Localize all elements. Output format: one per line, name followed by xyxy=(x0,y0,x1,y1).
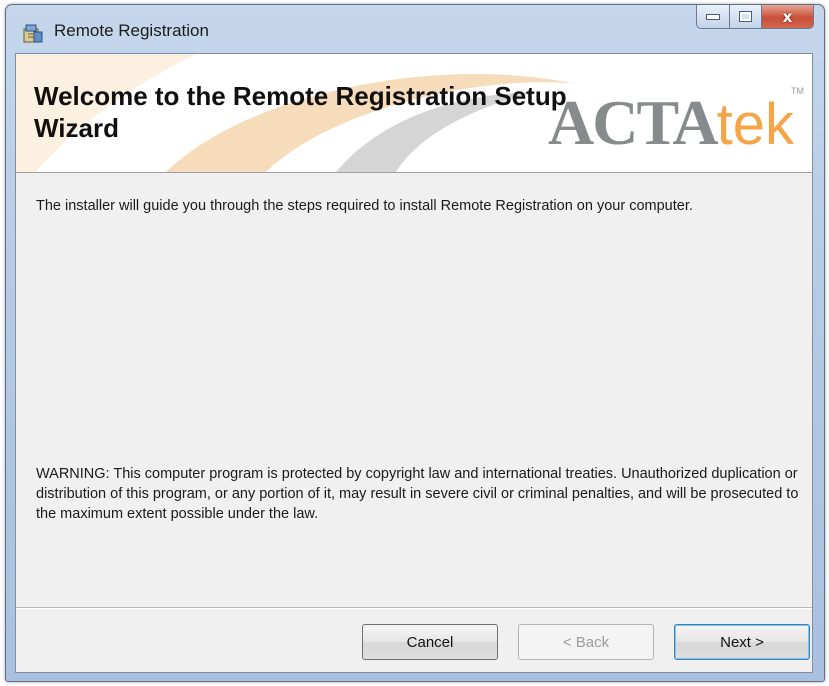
footer-divider xyxy=(16,607,812,609)
logo-text-acta: ACTA xyxy=(548,87,719,158)
logo-text-tek: tek xyxy=(716,92,794,157)
title-bar[interactable]: Remote Registration x xyxy=(6,5,824,53)
cancel-button[interactable]: Cancel xyxy=(362,624,498,660)
close-icon: x xyxy=(782,7,793,26)
setup-wizard-window: Remote Registration x Welcome to the Rem… xyxy=(5,4,825,682)
caption-buttons: x xyxy=(696,5,814,33)
logo-trademark: TM xyxy=(791,86,804,96)
actatek-logo: ACTA tek TM xyxy=(548,86,804,158)
maximize-icon xyxy=(739,11,752,22)
installer-package-icon xyxy=(23,24,43,43)
page-title: Welcome to the Remote Registration Setup… xyxy=(34,81,567,143)
back-button[interactable]: < Back xyxy=(518,624,654,660)
next-button[interactable]: Next > xyxy=(674,624,810,660)
intro-text: The installer will guide you through the… xyxy=(36,198,693,214)
window-title: Remote Registration xyxy=(54,21,209,40)
minimize-button[interactable] xyxy=(696,5,730,29)
close-button[interactable]: x xyxy=(762,5,814,29)
wizard-banner: Welcome to the Remote Registration Setup… xyxy=(16,54,812,173)
copyright-warning: WARNING: This computer program is protec… xyxy=(36,466,799,522)
minimize-icon xyxy=(706,13,720,20)
maximize-button[interactable] xyxy=(730,5,762,29)
wizard-client-area: Welcome to the Remote Registration Setup… xyxy=(15,53,813,673)
